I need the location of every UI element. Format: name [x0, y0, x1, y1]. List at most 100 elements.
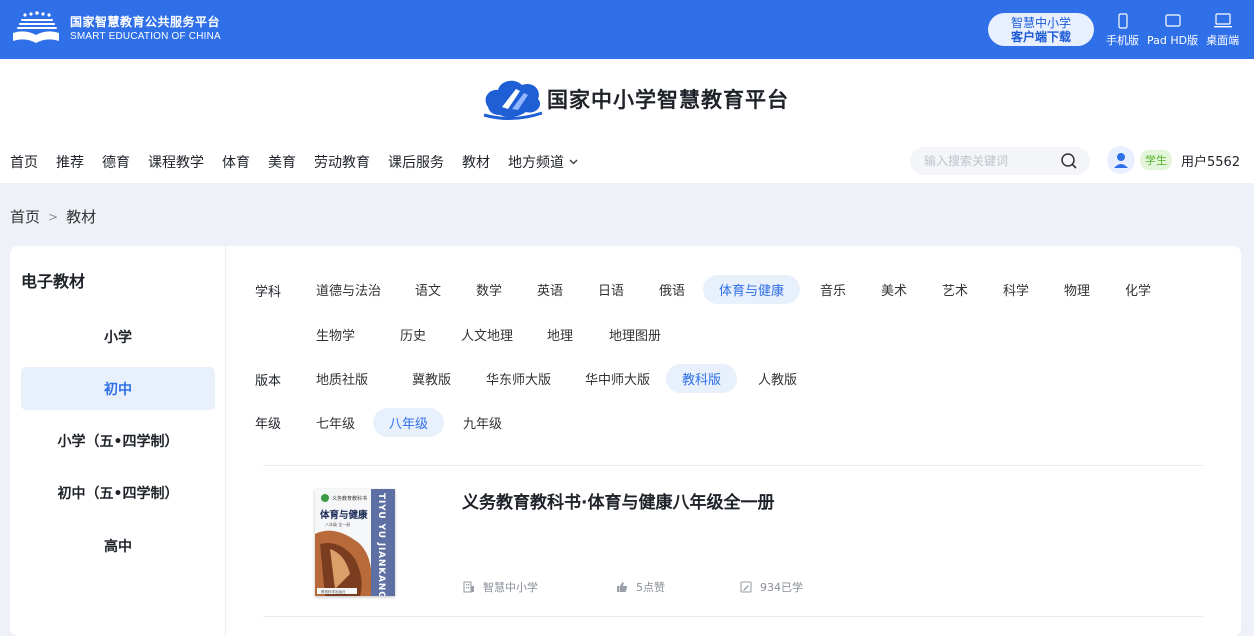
subject-chip[interactable]: 物理 [1048, 275, 1106, 304]
role-badge: 学生 [1140, 150, 1172, 170]
edition-chip[interactable]: 人教版 [742, 364, 813, 393]
nav-course[interactable]: 课程教学 [148, 152, 204, 172]
book-title[interactable]: 义务教育教科书·体育与健康八年级全一册 [462, 488, 774, 513]
nav-local-channel-label: 地方频道 [508, 155, 564, 171]
cover-vertical-text: TIYU YU JIANKANG [376, 493, 386, 596]
breadcrumb-home[interactable]: 首页 [10, 206, 40, 227]
subject-chip[interactable]: 地理 [531, 320, 589, 349]
edition-chip[interactable]: 地质社版 [300, 364, 384, 393]
device-links: 手机版 Pad HD版 桌面端 [1106, 13, 1247, 48]
sidebar-item-primary-54[interactable]: 小学（五•四学制） [21, 419, 215, 462]
edition-chip-active[interactable]: 教科版 [666, 364, 738, 393]
edition-label: 版本 [255, 374, 282, 389]
nav-arts[interactable]: 美育 [268, 152, 296, 172]
book-likes: 5点赞 [616, 579, 665, 595]
subject-chip[interactable]: 道德与法治 [300, 275, 397, 304]
breadcrumb: 首页 > 教材 [10, 206, 96, 227]
subject-chip[interactable]: 美术 [865, 275, 923, 304]
cover-series-text: 义务教育教科书 [332, 495, 367, 502]
subject-chip[interactable]: 俄语 [643, 275, 701, 304]
book-source-text: 智慧中小学 [483, 581, 538, 594]
site-logo-icon [483, 80, 543, 120]
sidebar-item-junior[interactable]: 初中 [21, 367, 215, 410]
sidebar-item-junior-54[interactable]: 初中（五•四学制） [21, 471, 215, 514]
divider [263, 465, 1203, 466]
device-label-desktop: 桌面端 [1206, 34, 1240, 47]
client-button-line1: 智慧中小学 [1010, 16, 1071, 30]
grade-label: 年级 [255, 417, 282, 432]
brand-name-en: SMART EDUCATION OF CHINA [70, 31, 221, 42]
subject-chip[interactable]: 艺术 [926, 275, 984, 304]
nav-home[interactable]: 首页 [10, 152, 38, 172]
subject-chip[interactable]: 英语 [521, 275, 579, 304]
subject-chip[interactable]: 语文 [399, 275, 457, 304]
subject-chip-active[interactable]: 体育与健康 [703, 275, 801, 304]
client-download-button[interactable]: 智慧中小学 客户端下载 [988, 13, 1094, 46]
sidebar-item-primary[interactable]: 小学 [21, 315, 215, 358]
book-learners-text: 934已学 [760, 581, 803, 594]
phone-icon [1117, 13, 1128, 29]
client-button-line2: 客户端下载 [1010, 30, 1071, 44]
avatar[interactable] [1107, 146, 1135, 174]
device-label-pad: Pad HD版 [1147, 34, 1199, 47]
cover-publisher-text: 教育科学出版社 [321, 589, 346, 594]
top-bar: 国家智慧教育公共服务平台 SMART EDUCATION OF CHINA 智慧… [0, 0, 1254, 59]
subject-chip[interactable]: 数学 [460, 275, 518, 304]
thumbs-up-icon [617, 582, 628, 592]
subject-chip[interactable]: 地理图册 [593, 320, 677, 349]
book-likes-text: 5点赞 [636, 581, 665, 594]
sidebar-title: 电子教材 [21, 272, 86, 291]
site-logo[interactable]: 国家中小学智慧教育平台 [482, 77, 789, 121]
search-box [910, 147, 1090, 175]
edit-icon [740, 581, 752, 593]
book-cover-image: 义务教育教科书 体育与健康 八年级 全一册 教育科学出版社 TIYU YU JI… [315, 489, 395, 599]
platform-brand[interactable]: 国家智慧教育公共服务平台 SMART EDUCATION OF CHINA [11, 11, 221, 47]
subject-chip[interactable]: 人文地理 [445, 320, 529, 349]
subject-chip[interactable]: 生物学 [300, 320, 371, 349]
user-menu[interactable]: 学生 用户5562 [1107, 146, 1240, 174]
sidebar: 电子教材 小学 初中 小学（五•四学制） 初中（五•四学制） 高中 [10, 246, 226, 636]
device-link-pad[interactable]: Pad HD版 [1147, 13, 1198, 48]
nav-local-channel[interactable]: 地方频道 [508, 152, 578, 172]
edition-chip[interactable]: 华东师大版 [470, 364, 567, 393]
edition-chip[interactable]: 冀教版 [396, 364, 467, 393]
nav-labor[interactable]: 劳动教育 [314, 152, 370, 172]
device-link-desktop[interactable]: 桌面端 [1206, 13, 1239, 48]
cover-title-text: 体育与健康 [320, 509, 368, 521]
username[interactable]: 用户5562 [1181, 151, 1240, 170]
device-label-phone: 手机版 [1106, 34, 1139, 47]
subject-chip[interactable]: 音乐 [804, 275, 862, 304]
brand-logo-icon [13, 11, 59, 43]
divider [263, 616, 1203, 617]
nav-after-school[interactable]: 课后服务 [388, 152, 444, 172]
grade-chip-active[interactable]: 八年级 [373, 408, 445, 437]
sidebar-item-senior[interactable]: 高中 [21, 524, 215, 567]
search-input[interactable] [922, 151, 1052, 171]
search-icon[interactable] [1060, 152, 1078, 170]
book-cover[interactable]: 义务教育教科书 体育与健康 八年级 全一册 教育科学出版社 TIYU YU JI… [315, 489, 395, 599]
building-icon [463, 581, 474, 593]
book-learners: 934已学 [740, 579, 803, 595]
subject-chip[interactable]: 化学 [1109, 275, 1167, 304]
book-source: 智慧中小学 [463, 579, 538, 595]
breadcrumb-separator: > [48, 209, 59, 224]
main-nav: 首页 推荐 德育 课程教学 体育 美育 劳动教育 课后服务 教材 地方频道 [10, 152, 596, 172]
site-title: 国家中小学智慧教育平台 [547, 87, 789, 112]
nav-recommend[interactable]: 推荐 [56, 152, 84, 172]
nav-textbook[interactable]: 教材 [462, 152, 490, 172]
subject-chip[interactable]: 科学 [987, 275, 1045, 304]
subject-chip[interactable]: 日语 [582, 275, 640, 304]
grade-chip[interactable]: 七年级 [300, 408, 371, 437]
site-header: 国家中小学智慧教育平台 首页 推荐 德育 课程教学 体育 美育 劳动教育 课后服… [0, 59, 1254, 183]
textbook-panel: 电子教材 小学 初中 小学（五•四学制） 初中（五•四学制） 高中 学科 道德与… [10, 246, 1241, 636]
nav-moral[interactable]: 德育 [102, 152, 130, 172]
device-link-phone[interactable]: 手机版 [1106, 13, 1139, 48]
edition-chip[interactable]: 华中师大版 [569, 364, 666, 393]
breadcrumb-current: 教材 [66, 208, 97, 226]
grade-chip[interactable]: 九年级 [447, 408, 518, 437]
subject-chip[interactable]: 历史 [384, 320, 442, 349]
subject-label: 学科 [255, 285, 282, 300]
user-icon [1114, 153, 1128, 168]
nav-sports[interactable]: 体育 [222, 152, 250, 172]
desktop-icon [1213, 13, 1232, 28]
